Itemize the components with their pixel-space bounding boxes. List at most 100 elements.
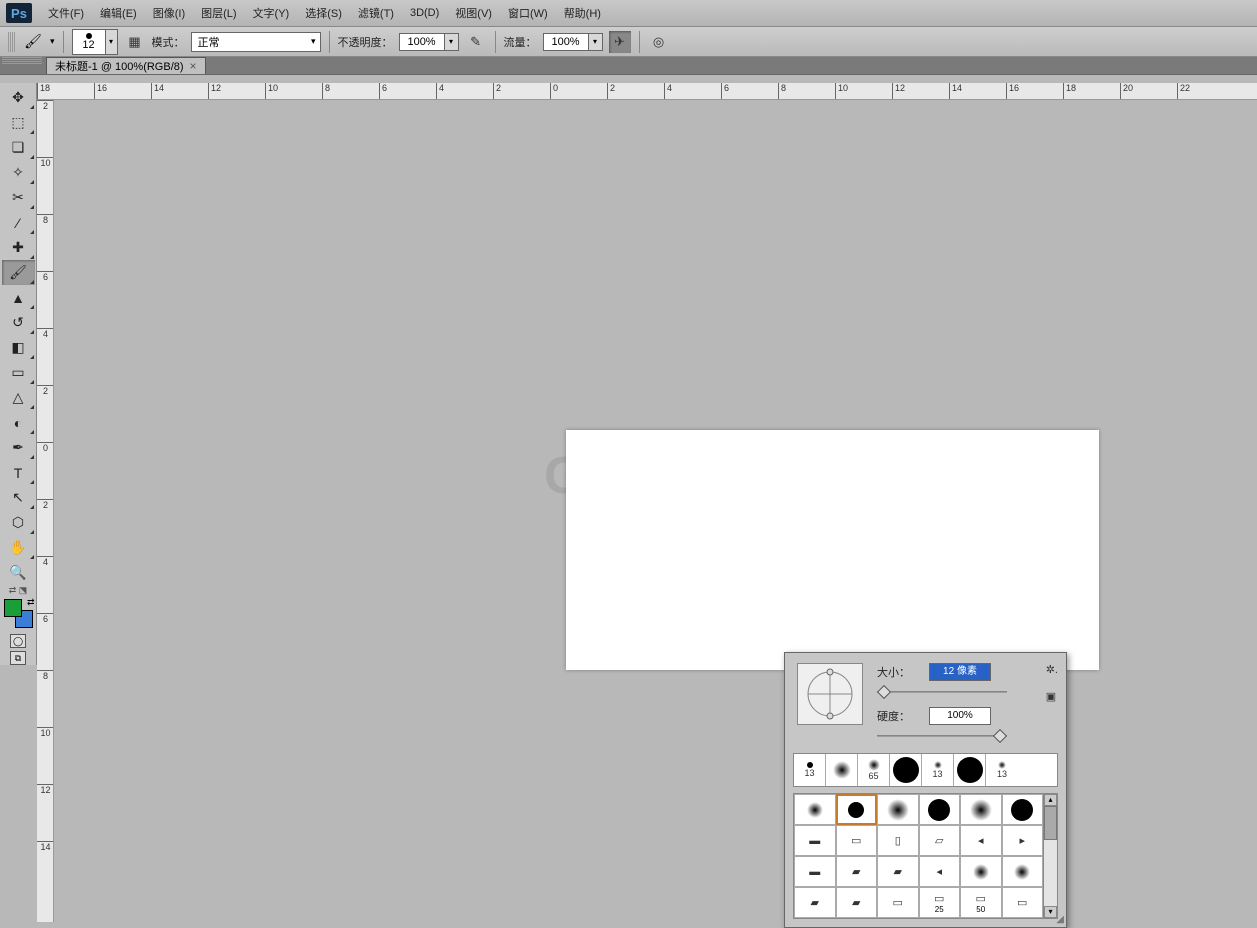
- brush-preset-cell[interactable]: [1002, 856, 1044, 887]
- screenmode-toggle[interactable]: ⧉: [10, 651, 26, 665]
- brush-preset[interactable]: [890, 754, 922, 786]
- tablet-pressure-icon[interactable]: ◎: [648, 31, 670, 53]
- canvas-area[interactable]: GXIT ✲. ▣ 大小： 12 像素 硬度： 100%: [54, 100, 1257, 922]
- brush-size-input[interactable]: 12 像素: [929, 663, 991, 681]
- brush-preset-cell[interactable]: ▭25: [919, 887, 961, 918]
- tool-dodge[interactable]: ◐: [2, 410, 35, 435]
- brush-preset-cell[interactable]: ◂: [919, 856, 961, 887]
- brush-preset-cell[interactable]: ▬: [794, 856, 836, 887]
- tool-brush[interactable]: 🖌: [2, 260, 35, 285]
- brush-preset[interactable]: 13: [922, 754, 954, 786]
- brush-preset-cell[interactable]: ▬: [794, 825, 836, 856]
- tool-stamp[interactable]: ▲: [2, 285, 35, 310]
- tool-history-brush[interactable]: ↺: [2, 310, 35, 335]
- brush-preset-cell[interactable]: ▰: [836, 887, 878, 918]
- menu-3d[interactable]: 3D(D): [402, 3, 447, 23]
- tool-lasso[interactable]: ❏: [2, 135, 35, 160]
- menu-filter[interactable]: 滤镜(T): [350, 1, 402, 25]
- brush-preset-cell[interactable]: [1002, 794, 1044, 825]
- brush-preset-cell[interactable]: [919, 794, 961, 825]
- brush-preset-cell[interactable]: ▸: [1002, 825, 1044, 856]
- menu-text[interactable]: 文字(Y): [245, 1, 298, 25]
- brush-preset[interactable]: 13: [794, 754, 826, 786]
- brush-hardness-input[interactable]: 100%: [929, 707, 991, 725]
- brush-preset-cell[interactable]: [794, 794, 836, 825]
- tool-type[interactable]: T: [2, 460, 35, 485]
- brush-preset-cell[interactable]: [960, 856, 1002, 887]
- toolbox: ✥ ⬚ ❏ ✧ ✂ ⁄ ✚ 🖌 ▲ ↺ ◧ ▭ △ ◐ ✒ T ↖ ⬡ ✋ 🔍 …: [0, 83, 37, 665]
- airbrush-toggle-icon[interactable]: ✈: [609, 31, 631, 53]
- blend-mode-dropdown[interactable]: 正常: [191, 32, 321, 52]
- brush-preset[interactable]: 13: [986, 754, 1018, 786]
- color-swatches[interactable]: ⇄: [2, 597, 35, 630]
- swap-colors-icon[interactable]: ⇄: [27, 597, 35, 608]
- document-canvas[interactable]: [566, 430, 1099, 670]
- tool-marquee[interactable]: ⬚: [2, 110, 35, 135]
- menu-file[interactable]: 文件(F): [40, 1, 92, 25]
- brush-preset-cell[interactable]: ▭: [836, 825, 878, 856]
- brush-size-slider[interactable]: [877, 685, 1007, 699]
- popup-settings-icon[interactable]: ✲.: [1046, 663, 1058, 676]
- brush-preset-chevron[interactable]: ▾: [106, 29, 118, 55]
- brush-preset-cell[interactable]: [877, 794, 919, 825]
- menu-image[interactable]: 图像(I): [145, 1, 193, 25]
- preset-scrollbar[interactable]: ▴ ▾: [1043, 794, 1057, 918]
- brush-preset-cell[interactable]: ▭: [1002, 887, 1044, 918]
- menu-edit[interactable]: 编辑(E): [92, 1, 145, 25]
- brush-preset-cell[interactable]: ▱: [919, 825, 961, 856]
- menu-view[interactable]: 视图(V): [447, 1, 500, 25]
- brush-preset[interactable]: 65: [858, 754, 890, 786]
- popup-new-preset-icon[interactable]: ▣: [1046, 690, 1058, 703]
- menu-window[interactable]: 窗口(W): [500, 1, 556, 25]
- current-tool-icon[interactable]: 🖌: [22, 31, 44, 53]
- tool-pen[interactable]: ✒: [2, 435, 35, 460]
- menu-select[interactable]: 选择(S): [297, 1, 350, 25]
- brush-preset[interactable]: [826, 754, 858, 786]
- tool-eraser[interactable]: ◧: [2, 335, 35, 360]
- menu-layer[interactable]: 图层(L): [193, 1, 244, 25]
- brush-preset-cell[interactable]: ▭50: [960, 887, 1002, 918]
- scroll-down-icon[interactable]: ▾: [1044, 906, 1057, 918]
- flow-chevron[interactable]: ▾: [589, 33, 603, 51]
- tab-grip[interactable]: [2, 57, 42, 65]
- close-icon[interactable]: ×: [190, 59, 197, 73]
- brush-panel-toggle-icon[interactable]: ▦: [124, 31, 146, 53]
- resize-grip-icon[interactable]: ◢: [1056, 914, 1064, 925]
- tool-gradient[interactable]: ▭: [2, 360, 35, 385]
- tool-path-select[interactable]: ↖: [2, 485, 35, 510]
- brush-preset-cell[interactable]: ▭: [877, 887, 919, 918]
- ruler-horizontal[interactable]: 181614121086420246810121416182022: [37, 83, 1257, 100]
- size-label: 大小：: [877, 664, 919, 680]
- brush-preset-cell[interactable]: [836, 794, 878, 825]
- tool-shape[interactable]: ⬡: [2, 510, 35, 535]
- brush-preset-cell[interactable]: [960, 794, 1002, 825]
- brush-angle-control[interactable]: [797, 663, 863, 725]
- brush-preset[interactable]: [954, 754, 986, 786]
- brush-preset-cell[interactable]: ◂: [960, 825, 1002, 856]
- brush-preset-cell[interactable]: ▯: [877, 825, 919, 856]
- opacity-field[interactable]: 100%: [399, 33, 445, 51]
- brush-preset-picker[interactable]: 12: [72, 29, 106, 55]
- options-grip[interactable]: [8, 32, 16, 52]
- ruler-vertical[interactable]: 210864202468101214: [37, 100, 54, 922]
- menu-help[interactable]: 帮助(H): [556, 1, 609, 25]
- brush-preset-cell[interactable]: ▰: [836, 856, 878, 887]
- scroll-up-icon[interactable]: ▴: [1044, 794, 1057, 806]
- quickmask-toggle[interactable]: ◯: [10, 634, 26, 648]
- tool-quick-select[interactable]: ✧: [2, 160, 35, 185]
- brush-preset-cell[interactable]: ▰: [794, 887, 836, 918]
- tool-move[interactable]: ✥: [2, 85, 35, 110]
- flow-field[interactable]: 100%: [543, 33, 589, 51]
- tool-hand[interactable]: ✋: [2, 535, 35, 560]
- tool-zoom[interactable]: 🔍: [2, 560, 35, 585]
- tool-healing[interactable]: ✚: [2, 235, 35, 260]
- opacity-chevron[interactable]: ▾: [445, 33, 459, 51]
- brush-hardness-slider[interactable]: [877, 729, 1007, 743]
- foreground-color-swatch[interactable]: [4, 599, 22, 617]
- tool-blur[interactable]: △: [2, 385, 35, 410]
- tool-crop[interactable]: ✂: [2, 185, 35, 210]
- document-tab[interactable]: 未标题-1 @ 100%(RGB/8) ×: [46, 57, 206, 74]
- tool-eyedropper[interactable]: ⁄: [2, 210, 35, 235]
- brush-preset-cell[interactable]: ▰: [877, 856, 919, 887]
- opacity-pressure-icon[interactable]: ✎: [465, 31, 487, 53]
